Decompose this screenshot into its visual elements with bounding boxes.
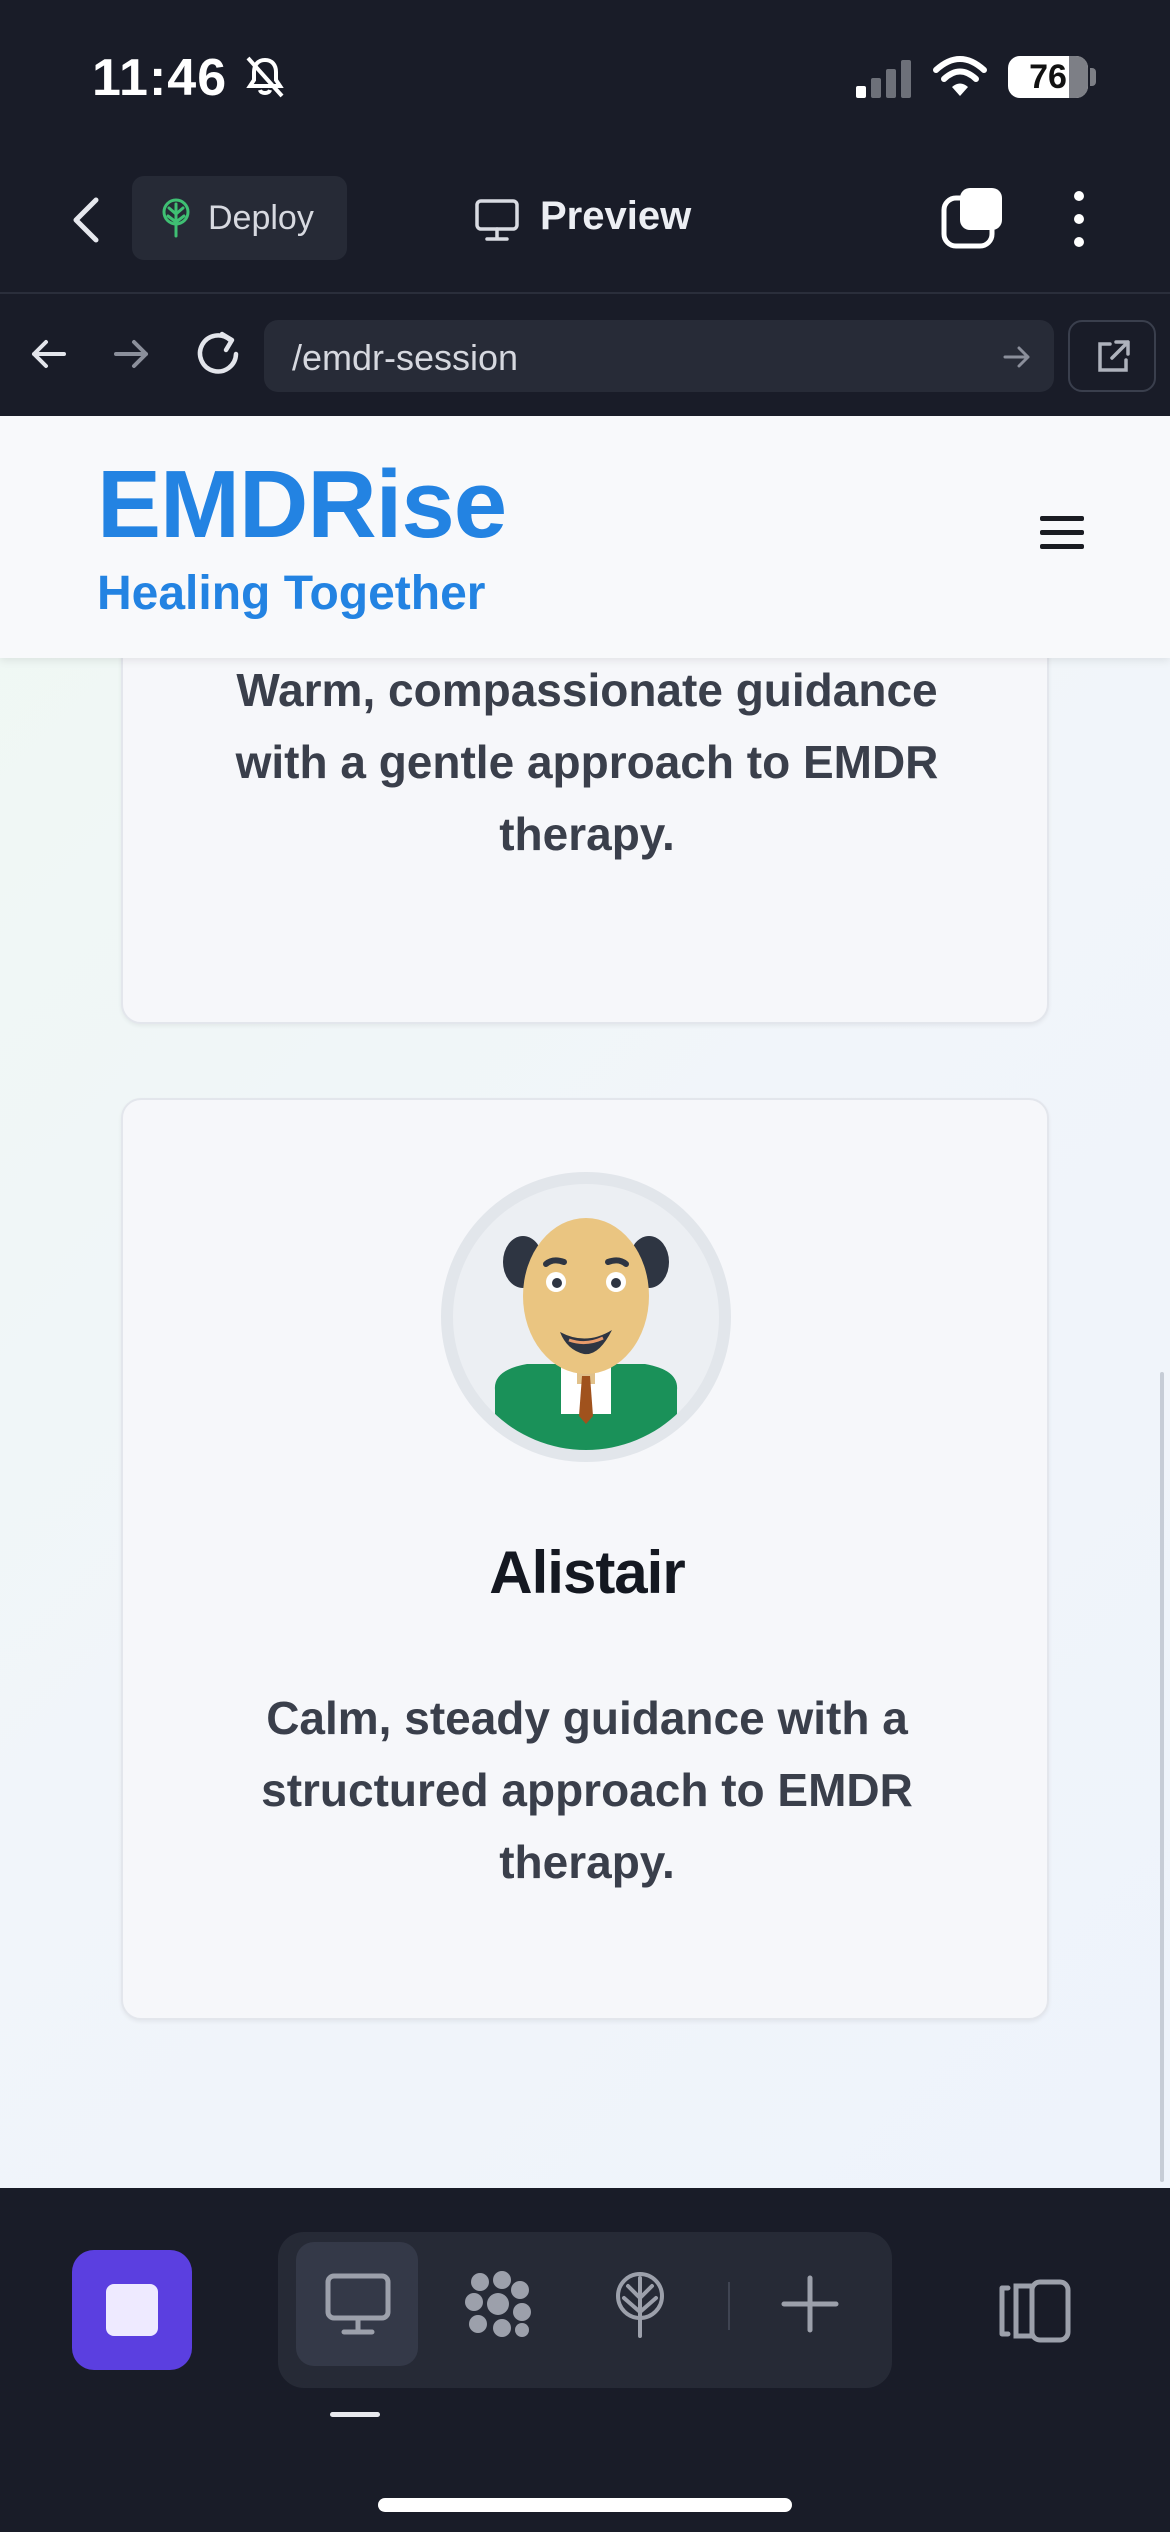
page-scrollbar[interactable] — [1160, 1372, 1164, 2182]
preview-label: Preview — [540, 194, 692, 238]
stop-button[interactable] — [72, 2250, 192, 2370]
app-toolbar: Deploy Preview — [0, 150, 1170, 294]
deploy-icon — [616, 2272, 664, 2338]
reload-icon[interactable] — [190, 326, 246, 382]
url-bar: /emdr-session — [0, 296, 1170, 416]
open-external-button[interactable] — [1068, 320, 1156, 392]
status-bar: 11:46 76 — [0, 0, 1170, 150]
battery-level: 76 — [1029, 58, 1067, 96]
signal-icon — [856, 60, 911, 98]
deploy-label: Deploy — [208, 199, 314, 237]
guide-name: Alistair — [489, 1539, 685, 1606]
back-chevron-icon[interactable] — [58, 190, 118, 250]
guide-description: Calm, steady guidance with a structured … — [261, 1692, 913, 1888]
active-tab-indicator — [330, 2412, 380, 2417]
bottom-bar — [0, 2188, 1170, 2532]
battery-icon: 76 — [1008, 56, 1088, 98]
monitor-icon — [475, 199, 519, 241]
guide-description: Warm, compassionate guidance with a gent… — [235, 664, 939, 860]
more-vertical-icon[interactable] — [1064, 186, 1094, 252]
url-input[interactable]: /emdr-session — [264, 320, 1054, 392]
home-indicator[interactable] — [378, 2498, 792, 2512]
web-preview: EMDRise Healing Together Warm, compassio… — [0, 416, 1170, 2188]
side-panel-icon[interactable] — [996, 2276, 1076, 2346]
external-link-icon — [1098, 340, 1130, 372]
wifi-icon — [933, 56, 987, 96]
tabs-icon[interactable] — [940, 186, 1006, 252]
agents-view-button[interactable] — [436, 2242, 558, 2366]
stop-icon — [106, 2284, 158, 2336]
site-tagline: Healing Together — [97, 567, 486, 620]
deploy-button[interactable]: Deploy — [132, 176, 347, 260]
plus-icon — [781, 2275, 839, 2333]
site-logo[interactable]: EMDRise — [97, 450, 507, 560]
hamburger-menu-icon[interactable] — [1040, 516, 1084, 556]
guide-card[interactable]: Alistair Calm, steady guidance with a st… — [121, 1098, 1049, 2020]
url-text: /emdr-session — [292, 337, 519, 378]
bell-slash-icon — [246, 56, 284, 98]
desktop-view-button[interactable] — [296, 2242, 418, 2366]
forward-arrow-icon[interactable] — [110, 326, 154, 382]
deploy-tree-icon — [162, 198, 190, 238]
desktop-icon — [325, 2273, 391, 2335]
deploy-view-button[interactable] — [578, 2242, 700, 2366]
back-arrow-icon[interactable] — [26, 326, 70, 382]
site-header: EMDRise Healing Together — [0, 416, 1170, 658]
status-time: 11:46 — [92, 49, 228, 107]
view-switcher — [278, 2232, 892, 2388]
man-avatar-icon — [494, 1218, 678, 1450]
guide-avatar — [441, 1172, 731, 1462]
add-button[interactable] — [748, 2242, 870, 2366]
go-arrow-icon[interactable] — [1002, 342, 1032, 372]
agents-icon — [465, 2271, 531, 2337]
